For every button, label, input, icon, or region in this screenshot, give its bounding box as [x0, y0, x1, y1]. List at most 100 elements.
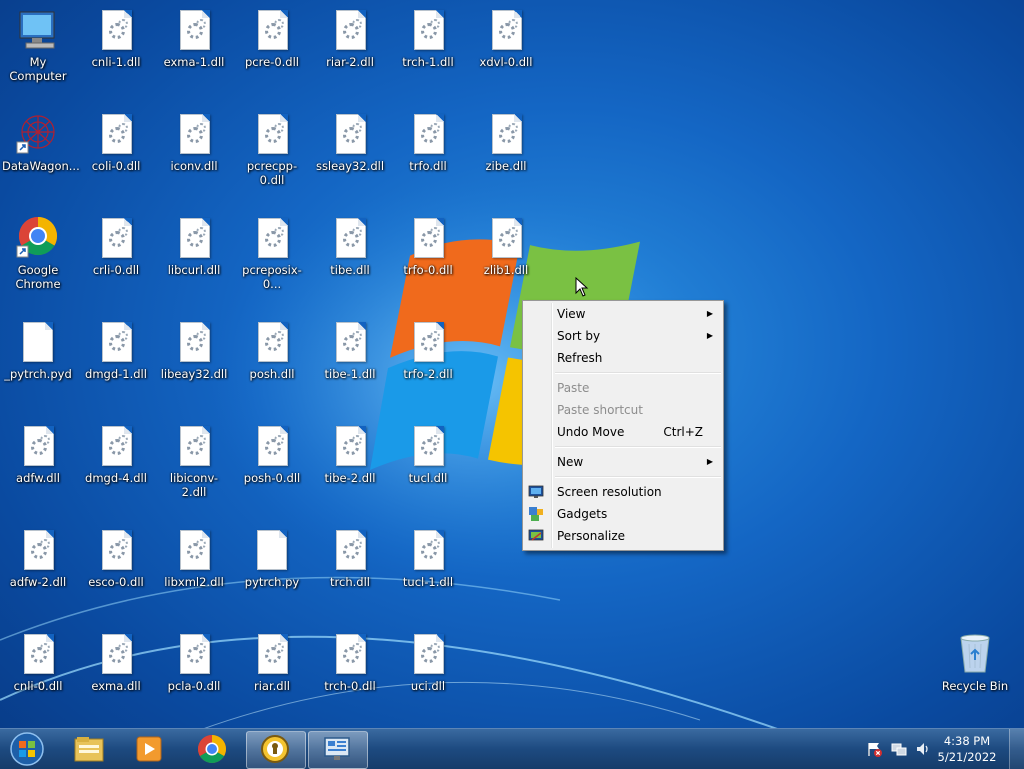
desktop-icon[interactable]: pcrecpp-0.dll: [234, 112, 310, 212]
dll-file-icon: [180, 530, 210, 570]
desktop-icon[interactable]: pcre-0.dll: [234, 8, 310, 108]
dll-file-icon: [414, 426, 444, 466]
action-center-flag-icon[interactable]: [866, 741, 882, 757]
desktop-icon-label: adfw.dll: [16, 471, 60, 485]
system-clock[interactable]: 4:38 PM 5/21/2022: [932, 733, 1002, 765]
desktop-icon[interactable]: dmgd-4.dll: [78, 424, 154, 524]
folder-icon: [74, 737, 104, 762]
taskbar-chrome-button[interactable]: [184, 731, 242, 767]
desktop-icon[interactable]: tibe-1.dll: [312, 320, 388, 420]
desktop-icon[interactable]: posh-0.dll: [234, 424, 310, 524]
desktop-icon-image: [172, 8, 216, 52]
dll-file-icon: [102, 322, 132, 362]
menu-item-personalize[interactable]: Personalize: [523, 525, 723, 547]
desktop-icon-image: [172, 320, 216, 364]
dll-file-icon: [336, 218, 366, 258]
desktop-icon[interactable]: libiconv-2.dll: [156, 424, 232, 524]
show-desktop-button[interactable]: [1009, 729, 1024, 769]
desktop-icon[interactable]: pytrch.py: [234, 528, 310, 628]
menu-item-gadgets[interactable]: Gadgets: [523, 503, 723, 525]
network-icon[interactable]: [891, 741, 907, 757]
desktop-icon[interactable]: riar-2.dll: [312, 8, 388, 108]
desktop-icon[interactable]: esco-0.dll: [78, 528, 154, 628]
desktop-icon[interactable]: _pytrch.pyd: [0, 320, 76, 420]
desktop-icon-image: [406, 320, 450, 364]
menu-item-paste: Paste: [523, 377, 723, 399]
desktop-icon-image: [406, 8, 450, 52]
menu-item-screen-resolution[interactable]: Screen resolution: [523, 481, 723, 503]
desktop-icon[interactable]: crli-0.dll: [78, 216, 154, 316]
desktop-icon[interactable]: riar.dll: [234, 632, 310, 732]
start-button[interactable]: [2, 731, 52, 767]
desktop-icon-label: trch-1.dll: [402, 55, 454, 69]
desktop-icon-label: tucl-1.dll: [402, 575, 454, 589]
desktop-icon[interactable]: tibe-2.dll: [312, 424, 388, 524]
desktop-icon-image: [250, 8, 294, 52]
desktop-icon[interactable]: libxml2.dll: [156, 528, 232, 628]
desktop-icon[interactable]: iconv.dll: [156, 112, 232, 212]
desktop-icon-image: [172, 424, 216, 468]
desktop-icon[interactable]: trfo.dll: [390, 112, 466, 212]
desktop-icon[interactable]: cnli-1.dll: [78, 8, 154, 108]
menu-item-sort-by[interactable]: Sort by ▶: [523, 325, 723, 347]
desktop-icon[interactable]: exma.dll: [78, 632, 154, 732]
desktop-icon[interactable]: trch.dll: [312, 528, 388, 628]
desktop-icon-image: [406, 632, 450, 676]
desktop-icon[interactable]: pcla-0.dll: [156, 632, 232, 732]
desktop-icon[interactable]: tucl-1.dll: [390, 528, 466, 628]
security-app-icon: [261, 735, 289, 763]
desktop-icon[interactable]: trfo-0.dll: [390, 216, 466, 316]
dll-file-icon: [180, 426, 210, 466]
dll-file-icon: [180, 114, 210, 154]
dll-file-icon: [258, 114, 288, 154]
menu-item-view[interactable]: View ▶: [523, 303, 723, 325]
taskbar-media-player-button[interactable]: [120, 731, 178, 767]
taskbar-security-app-button[interactable]: [246, 731, 306, 769]
desktop-icon[interactable]: coli-0.dll: [78, 112, 154, 212]
desktop-icon[interactable]: zibe.dll: [468, 112, 544, 212]
submenu-arrow-icon: ▶: [706, 331, 713, 340]
desktop-icon-label: zlib1.dll: [483, 263, 529, 277]
blank-file-icon: [23, 322, 53, 362]
desktop-icon[interactable]: DataWagon...: [0, 112, 80, 212]
desktop-icon-image: [172, 112, 216, 156]
desktop-icon-label: exma-1.dll: [163, 55, 225, 69]
desktop-icon[interactable]: libeay32.dll: [156, 320, 232, 420]
taskbar-remote-desktop-button[interactable]: [308, 731, 368, 769]
taskbar-explorer-button[interactable]: [60, 731, 118, 767]
desktop-icon-image: [250, 112, 294, 156]
desktop-icon-label: exma.dll: [91, 679, 141, 693]
desktop-icon-label: pcre-0.dll: [245, 55, 299, 69]
desktop-icon-label: tibe-2.dll: [324, 471, 376, 485]
volume-icon[interactable]: [915, 741, 931, 757]
desktop-icon[interactable]: adfw-2.dll: [0, 528, 76, 628]
desktop-icon[interactable]: ssleay32.dll: [312, 112, 388, 212]
desktop-icon-image: [250, 424, 294, 468]
dll-file-icon: [258, 426, 288, 466]
desktop-icon[interactable]: My Computer: [0, 8, 76, 108]
dll-file-icon: [414, 114, 444, 154]
desktop-icon[interactable]: libcurl.dll: [156, 216, 232, 316]
desktop-icon[interactable]: trfo-2.dll: [390, 320, 466, 420]
desktop-icon[interactable]: tucl.dll: [390, 424, 466, 524]
menu-separator: [555, 372, 721, 374]
menu-item-undo-move[interactable]: Undo Move Ctrl+Z: [523, 421, 723, 443]
desktop-icon[interactable]: trch-1.dll: [390, 8, 466, 108]
dll-file-icon: [336, 426, 366, 466]
desktop-icon[interactable]: Google Chrome: [0, 216, 76, 316]
desktop-icon[interactable]: adfw.dll: [0, 424, 76, 524]
desktop-icon-label: posh-0.dll: [243, 471, 301, 485]
blank-file-icon: [257, 530, 287, 570]
desktop-icon[interactable]: uci.dll: [390, 632, 466, 732]
desktop-icon[interactable]: tibe.dll: [312, 216, 388, 316]
desktop-icon[interactable]: posh.dll: [234, 320, 310, 420]
desktop-icon[interactable]: exma-1.dll: [156, 8, 232, 108]
desktop-icon[interactable]: pcreposix-0...: [234, 216, 310, 316]
desktop-icon-recycle-bin[interactable]: Recycle Bin: [937, 632, 1013, 732]
desktop-icon[interactable]: xdvl-0.dll: [468, 8, 544, 108]
desktop-icon[interactable]: trch-0.dll: [312, 632, 388, 732]
desktop-icon[interactable]: cnli-0.dll: [0, 632, 76, 732]
menu-item-new[interactable]: New ▶: [523, 451, 723, 473]
desktop-icon[interactable]: dmgd-1.dll: [78, 320, 154, 420]
menu-item-refresh[interactable]: Refresh: [523, 347, 723, 369]
